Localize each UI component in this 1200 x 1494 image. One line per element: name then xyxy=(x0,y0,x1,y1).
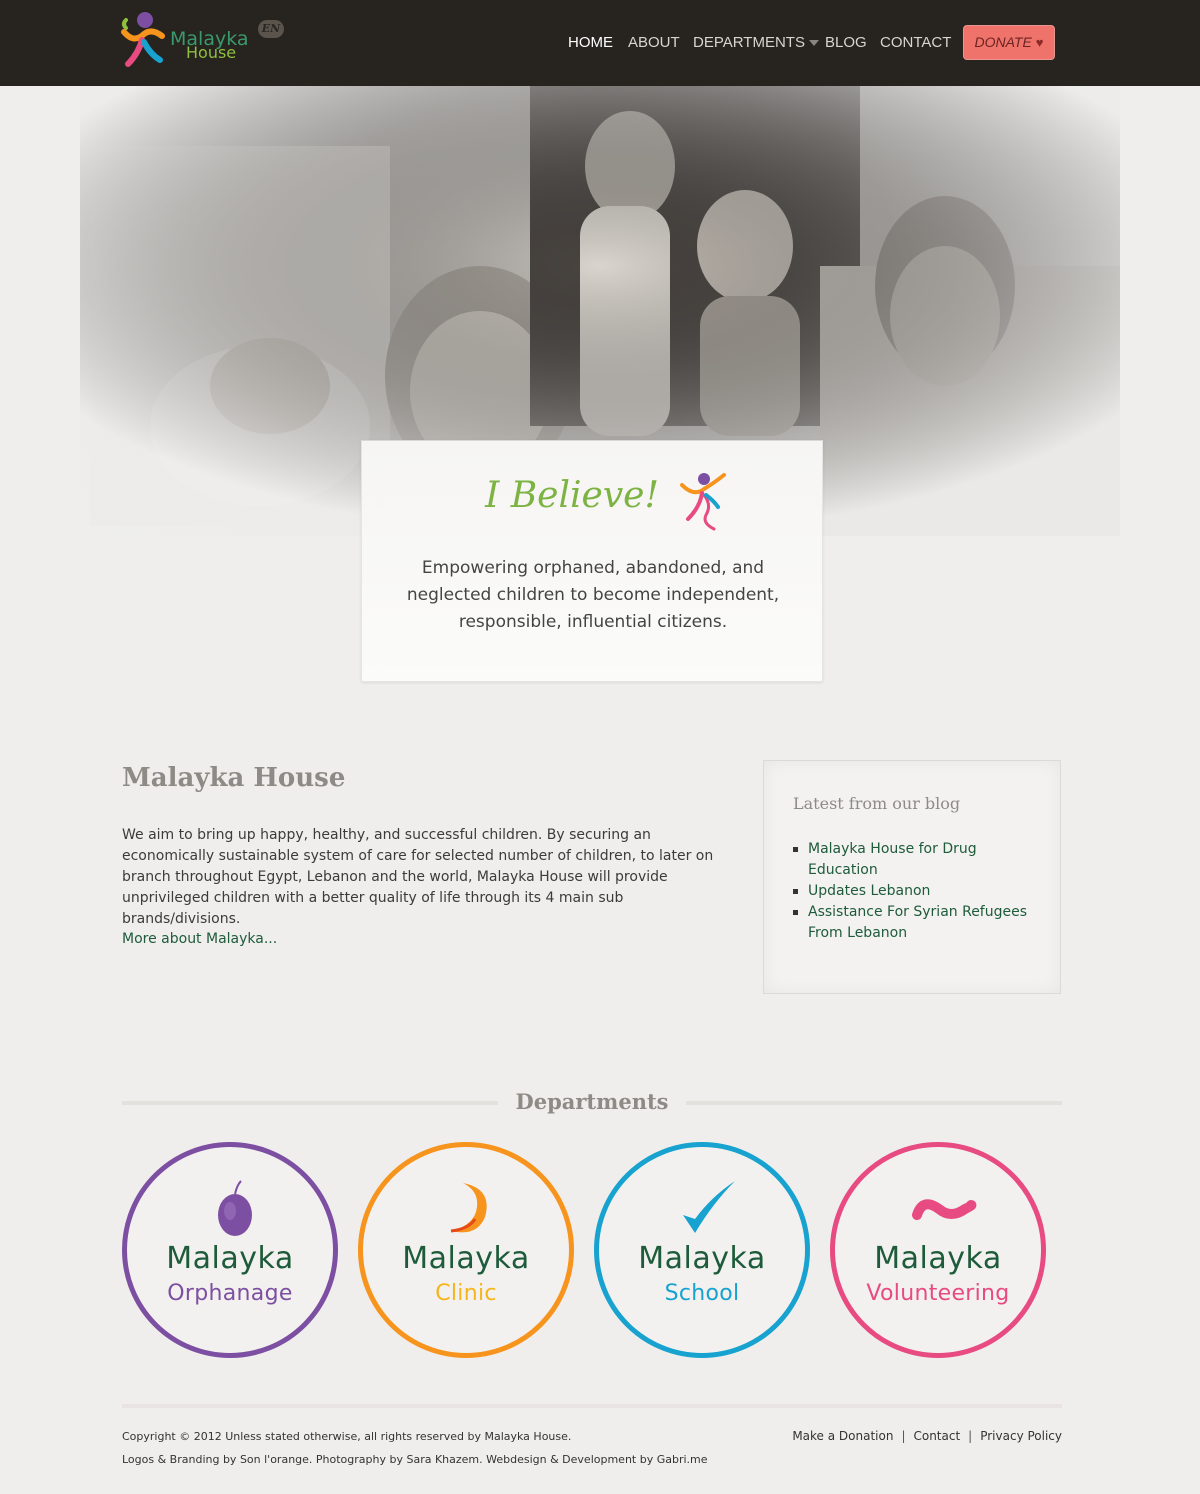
about-title: Malayka House xyxy=(122,763,346,793)
checkmark-icon xyxy=(683,1181,735,1233)
malayka-house-logo[interactable]: Malayka House EN xyxy=(120,10,290,74)
language-badge[interactable]: EN xyxy=(258,20,284,38)
department-name: Malayka xyxy=(638,1241,766,1276)
divider-right xyxy=(686,1101,1062,1105)
department-subname: Orphanage xyxy=(167,1281,293,1306)
donate-label: DONATE xyxy=(974,34,1032,50)
crescent-icon xyxy=(450,1183,487,1233)
footer-links: Make a Donation | Contact | Privacy Policy xyxy=(792,1429,1062,1443)
about-description: We aim to bring up happy, healthy, and s… xyxy=(122,827,714,927)
department-name: Malayka xyxy=(402,1241,530,1276)
heart-icon: ♥ xyxy=(1035,35,1044,50)
dancing-figure-logo-icon xyxy=(121,12,165,67)
brush-stroke-icon xyxy=(912,1199,977,1220)
blog-sidebar: Latest from our blog Malayka House for D… xyxy=(763,760,1061,994)
blog-link[interactable]: Malayka House for Drug Education xyxy=(793,839,1033,881)
nav-about[interactable]: ABOUT xyxy=(628,34,680,52)
separator: | xyxy=(901,1429,906,1443)
nav-departments-label: DEPARTMENTS xyxy=(693,34,805,51)
department-subname: Clinic xyxy=(435,1281,497,1306)
dancing-figure-icon xyxy=(680,473,726,531)
copyright-text: Copyright © 2012 Unless stated otherwise… xyxy=(122,1430,572,1443)
more-about-link[interactable]: More about Malayka... xyxy=(122,931,277,947)
department-clinic[interactable]: Malayka Clinic xyxy=(358,1142,574,1358)
blog-list: Malayka House for Drug Education Updates… xyxy=(793,839,1033,944)
separator: | xyxy=(968,1429,973,1443)
department-subname: School xyxy=(664,1281,740,1306)
fruit-icon xyxy=(218,1180,252,1236)
departments-heading: Departments xyxy=(515,1089,669,1114)
divider-left xyxy=(122,1101,498,1105)
department-name: Malayka xyxy=(166,1241,294,1276)
nav-departments[interactable]: DEPARTMENTS xyxy=(693,34,819,52)
footer-link-contact[interactable]: Contact xyxy=(913,1429,960,1443)
blog-title: Latest from our blog xyxy=(793,794,961,813)
credits-text: Logos & Branding by Son l'orange. Photog… xyxy=(122,1453,708,1466)
department-volunteering[interactable]: Malayka Volunteering xyxy=(830,1142,1046,1358)
department-subname: Volunteering xyxy=(866,1281,1010,1306)
logo-text-house: House xyxy=(186,43,237,62)
blog-link[interactable]: Assistance For Syrian Refugees From Leba… xyxy=(793,902,1033,944)
donate-button[interactable]: DONATE ♥ xyxy=(963,25,1055,60)
nav-contact[interactable]: CONTACT xyxy=(880,34,951,52)
mission-statement: Empowering orphaned, abandoned, and negl… xyxy=(406,558,780,632)
department-orphanage[interactable]: Malayka Orphanage xyxy=(122,1142,338,1358)
department-school[interactable]: Malayka School xyxy=(594,1142,810,1358)
i-believe-callout: I Believe! Empowering orphaned, abandone… xyxy=(361,440,823,682)
top-navigation-bar: Malayka House EN HOME ABOUT DEPARTMENTS … xyxy=(0,0,1200,86)
footer-link-donation[interactable]: Make a Donation xyxy=(792,1429,893,1443)
blog-link[interactable]: Updates Lebanon xyxy=(793,881,1033,902)
nav-home[interactable]: HOME xyxy=(568,34,613,52)
chevron-down-icon xyxy=(808,40,819,47)
footer-divider xyxy=(122,1404,1062,1408)
department-name: Malayka xyxy=(874,1241,1002,1276)
nav-blog[interactable]: BLOG xyxy=(825,34,867,52)
footer-link-privacy[interactable]: Privacy Policy xyxy=(980,1429,1062,1443)
